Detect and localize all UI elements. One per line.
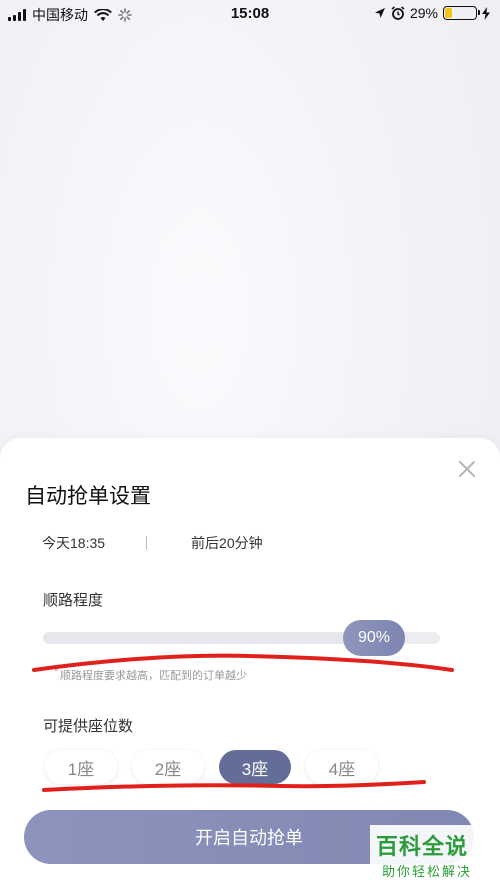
status-bar: 中国移动 15:08 29% xyxy=(0,0,500,28)
battery-percent: 29% xyxy=(409,5,438,21)
sheet-title: 自动抢单设置 xyxy=(25,485,151,508)
time-window: 前后20分钟 xyxy=(191,535,263,551)
seat-options: 1座 2座 3座 4座 xyxy=(45,750,378,784)
location-arrow-icon xyxy=(374,8,385,18)
seat-option-2[interactable]: 2座 xyxy=(132,750,204,784)
departure-time: 今天18:35 xyxy=(42,535,106,551)
route-match-hint: 顺路程度要求越高，匹配到的订单越少 xyxy=(54,666,247,683)
watermark-title: 百科全说 xyxy=(376,834,469,859)
alarm-clock-icon xyxy=(391,6,405,20)
battery-icon xyxy=(443,6,480,20)
charging-bolt-icon xyxy=(482,6,490,20)
watermark: 百科全说 助你轻松解决 xyxy=(370,825,490,885)
watermark-subtitle: 助你轻松解决 xyxy=(382,864,473,879)
seat-option-3[interactable]: 3座 xyxy=(219,750,291,784)
route-match-slider-thumb[interactable]: 90% xyxy=(343,620,405,656)
route-match-label: 顺路程度 xyxy=(43,592,104,609)
seat-option-1[interactable]: 1座 xyxy=(45,750,117,784)
trip-time-row: 今天18:35 前后20分钟 xyxy=(42,533,263,553)
seat-option-4[interactable]: 4座 xyxy=(306,750,378,784)
divider xyxy=(146,536,148,550)
seats-label: 可提供座位数 xyxy=(43,718,134,735)
status-right: 29% xyxy=(374,5,490,21)
close-icon[interactable] xyxy=(456,458,478,480)
